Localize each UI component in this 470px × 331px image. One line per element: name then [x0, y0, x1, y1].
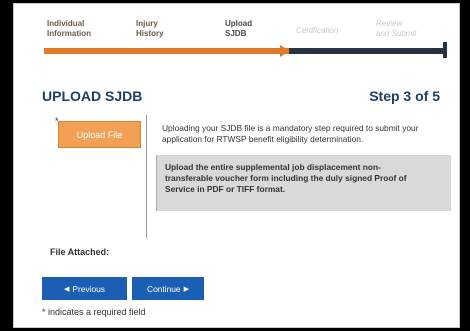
step-label: Information	[47, 29, 91, 38]
progress-bar-completed	[44, 48, 289, 54]
step-label: Individual	[47, 19, 85, 28]
step-label: Review	[376, 19, 403, 28]
wizard-panel: Individual Information Injury History Up…	[13, 3, 460, 328]
previous-button-label: Previous	[72, 283, 105, 294]
step-label: Certification	[296, 26, 339, 35]
previous-button[interactable]: ◀ Previous	[42, 277, 127, 300]
continue-button[interactable]: Continue ▶	[132, 277, 204, 300]
step-label: and Submit	[376, 29, 417, 38]
file-attached-label: File Attached:	[50, 247, 110, 257]
progress-arrow-icon	[280, 45, 290, 57]
required-field-footnote: * indicates a required field	[42, 307, 146, 317]
progress-step-upload-sjdb: Upload SJDB	[225, 19, 252, 39]
progress-step-individual-information: Individual Information	[47, 19, 91, 39]
step-label: History	[136, 29, 164, 38]
triangle-right-icon: ▶	[183, 285, 189, 293]
progress-step-injury-history: Injury History	[136, 19, 164, 39]
instruction-box: Upload the entire supplemental job displ…	[156, 155, 451, 211]
step-label: SJDB	[225, 29, 247, 38]
step-label: Upload	[225, 19, 253, 28]
section-divider	[146, 115, 147, 238]
upload-description: Uploading your SJDB file is a mandatory …	[162, 123, 419, 144]
progress-bar-end-cap	[443, 42, 447, 58]
upload-instruction: Upload the entire supplemental job displ…	[165, 162, 407, 194]
page-title: UPLOAD SJDB	[42, 88, 143, 104]
progress-step-review-submit: Review and Submit	[376, 19, 416, 39]
continue-button-label: Continue	[147, 283, 181, 294]
progress-bar-remaining	[284, 48, 446, 54]
progress-step-certification: Certification	[296, 26, 338, 36]
step-label: Injury	[136, 19, 158, 28]
upload-file-button[interactable]: Upload File	[58, 121, 141, 148]
step-counter: Step 3 of 5	[369, 88, 440, 104]
triangle-left-icon: ◀	[64, 285, 70, 293]
